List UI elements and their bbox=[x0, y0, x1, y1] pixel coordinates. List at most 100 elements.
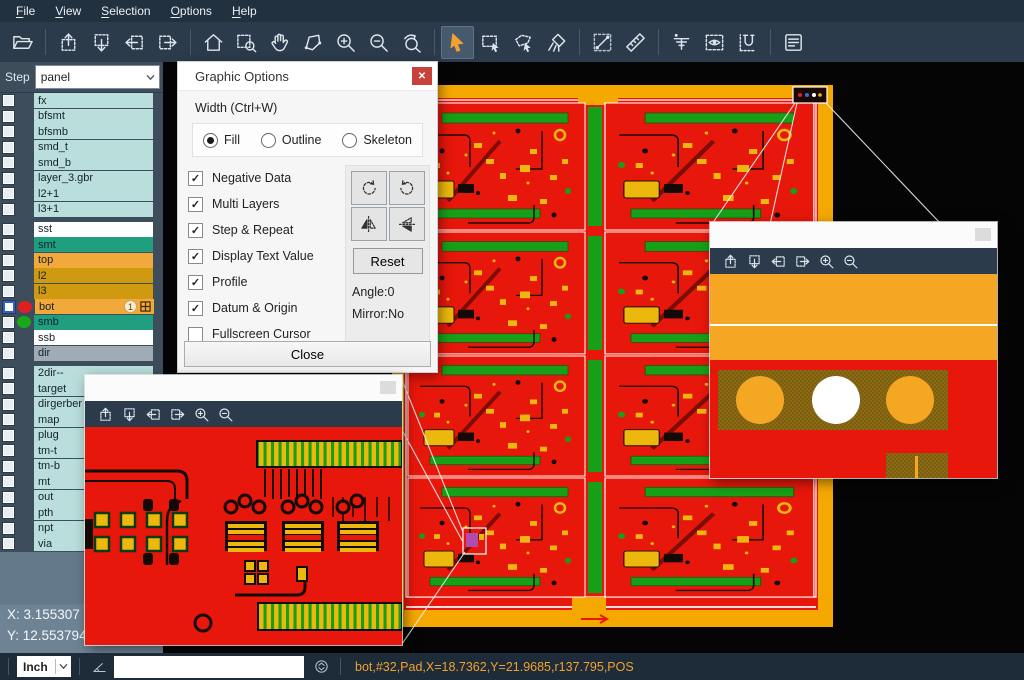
zoom-window-1-close-button[interactable] bbox=[380, 381, 396, 394]
pan-left-button[interactable] bbox=[118, 26, 151, 59]
layer-visibility-checkbox[interactable] bbox=[3, 317, 14, 328]
radio-dot[interactable] bbox=[342, 133, 357, 148]
layer-name[interactable]: l3+1 bbox=[34, 202, 153, 217]
layer-row-smt[interactable]: smt bbox=[0, 237, 163, 253]
layer-visibility-checkbox[interactable] bbox=[3, 173, 14, 184]
sync-icon[interactable] bbox=[310, 656, 332, 678]
layers-panel-button[interactable] bbox=[777, 26, 810, 59]
layer-visibility-checkbox[interactable] bbox=[3, 538, 14, 549]
checkbox[interactable]: ✓ bbox=[188, 197, 203, 212]
layer-row-l3[interactable]: l3 bbox=[0, 284, 163, 300]
layer-visibility-checkbox[interactable] bbox=[3, 445, 14, 456]
layer-row-bfsmb[interactable]: bfsmb bbox=[0, 124, 163, 140]
layer-name[interactable]: l2+1 bbox=[34, 186, 153, 201]
pan-left-button[interactable] bbox=[766, 250, 790, 272]
pan-right-button[interactable] bbox=[165, 403, 189, 425]
rotate-cw-button[interactable] bbox=[351, 171, 387, 205]
menu-file[interactable]: File bbox=[6, 2, 45, 21]
layer-name[interactable]: bot1 bbox=[35, 299, 154, 314]
polygon-select-button[interactable] bbox=[507, 26, 540, 59]
checkbox[interactable]: ✓ bbox=[188, 301, 203, 316]
zoom-out-button[interactable] bbox=[362, 26, 395, 59]
open-file-button[interactable] bbox=[6, 26, 39, 59]
layer-name[interactable]: ssb bbox=[34, 330, 153, 345]
layer-name[interactable]: bfsmt bbox=[34, 109, 153, 124]
layer-visibility-checkbox[interactable] bbox=[3, 188, 14, 199]
layer-visibility-checkbox[interactable] bbox=[3, 383, 14, 394]
command-input[interactable] bbox=[114, 656, 304, 678]
layer-visibility-checkbox[interactable] bbox=[3, 239, 14, 250]
layer-name[interactable]: smt bbox=[34, 237, 153, 252]
checkbox[interactable]: ✓ bbox=[188, 275, 203, 290]
grid-icon[interactable] bbox=[140, 301, 151, 312]
close-button[interactable]: Close bbox=[184, 341, 431, 367]
layer-row-bot[interactable]: bot1 bbox=[0, 299, 163, 315]
pan-up-button[interactable] bbox=[718, 250, 742, 272]
home-view-button[interactable] bbox=[197, 26, 230, 59]
pan-up-button[interactable] bbox=[93, 403, 117, 425]
option-datum-origin[interactable]: ✓Datum & Origin bbox=[188, 295, 345, 321]
layer-visibility-checkbox[interactable] bbox=[3, 286, 14, 297]
layer-row-l2[interactable]: l2 bbox=[0, 268, 163, 284]
snap-button[interactable] bbox=[731, 26, 764, 59]
checkbox[interactable] bbox=[188, 327, 203, 342]
layer-row-smd_b[interactable]: smd_b bbox=[0, 155, 163, 171]
zoom-window-1-titlebar[interactable] bbox=[85, 375, 402, 401]
zoom-in-button[interactable] bbox=[814, 250, 838, 272]
layer-visibility-checkbox[interactable] bbox=[3, 204, 14, 215]
radio-outline[interactable]: Outline bbox=[261, 133, 322, 148]
layer-row-bfsmt[interactable]: bfsmt bbox=[0, 109, 163, 125]
layer-name[interactable]: smd_t bbox=[34, 140, 153, 155]
layer-visibility-checkbox[interactable] bbox=[3, 476, 14, 487]
layer-visibility-checkbox[interactable] bbox=[3, 126, 14, 137]
option-multi-layers[interactable]: ✓Multi Layers bbox=[188, 191, 345, 217]
zoom-polygon-button[interactable] bbox=[296, 26, 329, 59]
menu-selection[interactable]: Selection bbox=[91, 2, 160, 21]
pan-left-button[interactable] bbox=[141, 403, 165, 425]
pan-down-button[interactable] bbox=[742, 250, 766, 272]
radio-dot[interactable] bbox=[203, 133, 218, 148]
layer-visibility-checkbox[interactable] bbox=[3, 348, 14, 359]
layer-visibility-checkbox[interactable] bbox=[3, 142, 14, 153]
pan-down-button[interactable] bbox=[117, 403, 141, 425]
layer-name[interactable]: layer_3.gbr bbox=[34, 171, 153, 186]
layer-name[interactable]: bfsmb bbox=[34, 124, 153, 139]
layer-row-ssb[interactable]: ssb bbox=[0, 330, 163, 346]
zoom-previous-button[interactable] bbox=[395, 26, 428, 59]
checkbox[interactable]: ✓ bbox=[188, 249, 203, 264]
checkbox[interactable]: ✓ bbox=[188, 171, 203, 186]
layer-row-sst[interactable]: sst bbox=[0, 222, 163, 238]
zoom-window-2-view[interactable] bbox=[710, 274, 997, 478]
checkbox[interactable]: ✓ bbox=[188, 223, 203, 238]
pan-up-button[interactable] bbox=[52, 26, 85, 59]
layer-name[interactable]: l2 bbox=[34, 268, 153, 283]
clean-brush-button[interactable] bbox=[540, 26, 573, 59]
option-display-text-value[interactable]: ✓Display Text Value bbox=[188, 243, 345, 269]
layer-visibility-checkbox[interactable] bbox=[3, 95, 14, 106]
pan-hand-button[interactable] bbox=[263, 26, 296, 59]
filter-button[interactable] bbox=[665, 26, 698, 59]
layer-name[interactable]: top bbox=[34, 253, 153, 268]
select-cursor-button[interactable] bbox=[441, 26, 474, 59]
rect-select-button[interactable] bbox=[474, 26, 507, 59]
pan-right-button[interactable] bbox=[151, 26, 184, 59]
zoom-window-button[interactable] bbox=[230, 26, 263, 59]
layer-name[interactable]: smb bbox=[34, 315, 153, 330]
layer-row-l2+1[interactable]: l2+1 bbox=[0, 186, 163, 202]
layer-visibility-checkbox[interactable] bbox=[3, 332, 14, 343]
option-profile[interactable]: ✓Profile bbox=[188, 269, 345, 295]
zoom-window-2-close-button[interactable] bbox=[975, 228, 991, 241]
layer-visibility-checkbox[interactable] bbox=[3, 255, 14, 266]
pan-down-button[interactable] bbox=[85, 26, 118, 59]
pan-right-button[interactable] bbox=[790, 250, 814, 272]
radio-fill[interactable]: Fill bbox=[203, 133, 240, 148]
layer-visibility-checkbox[interactable] bbox=[3, 399, 14, 410]
layer-visibility-checkbox[interactable] bbox=[3, 430, 14, 441]
unit-dropdown[interactable]: Inch bbox=[17, 656, 71, 677]
zoom-window-2-titlebar[interactable] bbox=[710, 222, 997, 248]
layer-name[interactable]: smd_b bbox=[34, 155, 153, 170]
layer-visibility-checkbox[interactable] bbox=[3, 414, 14, 425]
layer-visibility-checkbox[interactable] bbox=[3, 157, 14, 168]
menu-help[interactable]: Help bbox=[222, 2, 267, 21]
layer-visibility-checkbox[interactable] bbox=[3, 492, 14, 503]
